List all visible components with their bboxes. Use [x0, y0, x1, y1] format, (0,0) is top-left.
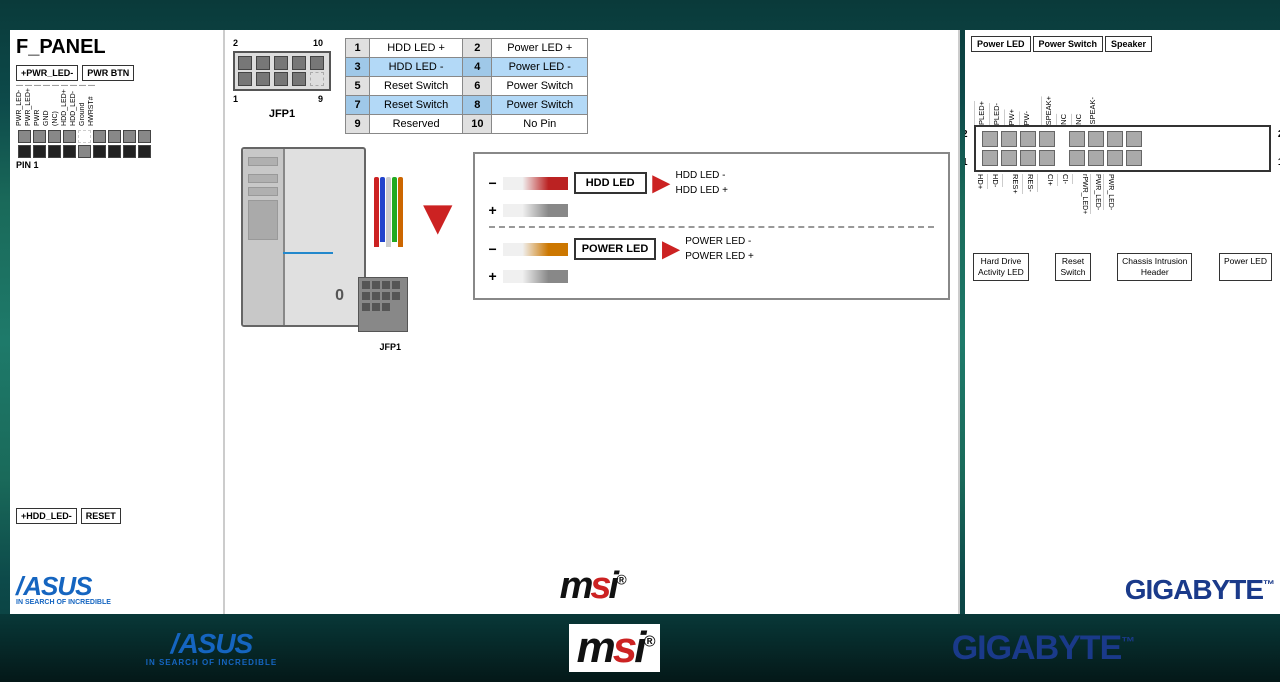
- asus-logo: /ASUS: [16, 573, 111, 599]
- jfp1-col9: 9: [318, 94, 323, 104]
- power-led-row-plus: +: [489, 268, 935, 284]
- pin-label-gnd: GND: [43, 85, 50, 126]
- gb-hd-minus: HD-: [989, 174, 1003, 187]
- table-row-3: 5 Reset Switch 6 Power Switch: [346, 77, 588, 96]
- pwr-led-connector: +PWR_LED-: [16, 65, 78, 81]
- asus-top-connectors: +PWR_LED- PWR BTN: [16, 65, 217, 81]
- bottom-bar: /ASUS IN SEARCH OF INCREDIBLE msi® GIGAB…: [0, 614, 1280, 682]
- gb-res-plus: RES+: [1009, 174, 1023, 194]
- gb-power-led-header: Power LED: [971, 36, 1031, 52]
- gb-ci-plus: CI+: [1044, 174, 1058, 186]
- power-led-label: POWER LED: [574, 238, 657, 260]
- asus-tagline: IN SEARCH OF INCREDIBLE: [16, 599, 111, 606]
- arrow-right-pwr: ▶: [662, 236, 679, 262]
- jfp1-connector: 2 10 1 9 JFP1: [233, 38, 331, 120]
- gigabyte-logo: GIGABYTE™: [1125, 574, 1274, 606]
- arrow-right-hdd: ▶: [653, 170, 670, 196]
- gb-pled-plus: PLED+: [974, 101, 988, 125]
- gb-rpwr-led-plus: rPWR_LED+: [1079, 174, 1091, 214]
- jfp1-col1: 1: [233, 94, 238, 104]
- gigabyte-logo-area: GIGABYTE™: [1125, 574, 1274, 606]
- pin-label-nc: (NC): [52, 85, 59, 126]
- fpanel-title: F_PANEL: [16, 36, 217, 59]
- plus-sign-pwr: +: [489, 268, 497, 284]
- pc-case-illustration: 0: [233, 142, 403, 352]
- gb-power-led-label: Power LED: [1219, 253, 1272, 281]
- plus-sign-hdd: +: [489, 202, 497, 218]
- msi-logo-area: msi®: [560, 565, 624, 608]
- hdd-led-connector: +HDD_LED-: [16, 508, 77, 524]
- gb-ci-minus: CI-: [1059, 174, 1073, 184]
- hdd-led-label: HDD LED: [574, 172, 647, 194]
- gb-res-minus: RES-: [1024, 174, 1038, 192]
- gb-chassis-intrusion-label: Chassis IntrusionHeader: [1117, 253, 1192, 281]
- hdd-led-row-minus: − HDD LED ▶ HDD LED - HDD LED +: [489, 168, 935, 198]
- power-led-outputs: POWER LED - POWER LED +: [685, 234, 754, 264]
- msi-bottom-logo: msi®: [569, 624, 661, 672]
- gb-pwr-led-minus2: PWR_LED-: [1105, 174, 1116, 210]
- led-connector-diagram: − HDD LED ▶ HDD LED - HDD LED + + − POW: [473, 152, 951, 300]
- gb-hd-plus: HD+: [974, 174, 988, 189]
- fpanel-pins-grid: [16, 130, 217, 158]
- table-row-4: 7 Reset Switch 8 Power Switch: [346, 96, 588, 115]
- gb-vertical-labels-bottom: HD+ HD- RES+ RES- CI+ CI- rPWR_LED+ PWR_…: [971, 174, 1274, 249]
- asus-bottom-connectors: +HDD_LED- RESET: [16, 508, 121, 524]
- down-arrow: ▼: [413, 192, 463, 242]
- gb-vertical-labels-top: PLED+ PLED- PW+ PW- SPEAK+ NC NC SPEAK-: [971, 55, 1274, 125]
- hdd-led-row-plus: +: [489, 202, 935, 218]
- pin-label-pwr: PWR: [34, 85, 41, 126]
- gb-header-labels: Power LED Power Switch Speaker: [971, 36, 1274, 52]
- gb-pled-minus: PLED-: [989, 103, 1003, 125]
- gb-pin-row-top: [982, 131, 1263, 147]
- pin-label-hdd-led-minus: HDD_LED-: [70, 85, 77, 126]
- jfp1-area: 2 10 1 9 JFP1: [233, 38, 950, 134]
- gb-power-switch-header: Power Switch: [1033, 36, 1104, 52]
- power-led-row-minus: − POWER LED ▶ POWER LED - POWER LED +: [489, 234, 935, 264]
- pwr-btn-connector: PWR BTN: [82, 65, 134, 81]
- asus-bottom-logo: /ASUS IN SEARCH OF INCREDIBLE: [146, 630, 277, 667]
- table-row-2: 3 HDD LED - 4 Power LED -: [346, 58, 588, 77]
- pin-label-pwr-led-minus: PWR_LED-: [16, 85, 23, 126]
- gigabyte-section: Power LED Power Switch Speaker PLED+ PLE…: [965, 30, 1280, 614]
- hdd-led-outputs: HDD LED - HDD LED +: [676, 168, 729, 198]
- pin-label-hwrst: HWRST#: [88, 85, 95, 126]
- jfp1-pin-grid: [233, 51, 331, 91]
- gb-connector-box: 20 19 2 1: [974, 125, 1271, 172]
- jfp1-table: 1 HDD LED + 2 Power LED + 3 HDD LED - 4 …: [345, 38, 588, 134]
- gb-nc2: NC: [1071, 114, 1085, 125]
- gb-bottom-section-labels: Hard DriveActivity LED ResetSwitch Chass…: [971, 253, 1274, 281]
- gb-speak-plus: SPEAK+: [1041, 96, 1055, 125]
- pin-label-pwr-led-plus: PWR_LED+: [25, 85, 32, 126]
- pin1-label: PIN 1: [16, 160, 217, 170]
- gb-speaker-header: Speaker: [1105, 36, 1152, 52]
- table-row-5: 9 Reserved 10 No Pin: [346, 115, 588, 134]
- gb-speak-minus: SPEAK-: [1086, 97, 1099, 125]
- gb-pin-row-bottom: [982, 150, 1263, 166]
- gb-reset-switch-label: ResetSwitch: [1055, 253, 1090, 281]
- msi-logo: msi®: [560, 565, 624, 608]
- jfp1-table-container: 1 HDD LED + 2 Power LED + 3 HDD LED - 4 …: [345, 38, 588, 134]
- jfp1-name: JFP1: [233, 108, 331, 120]
- jfp1-col2: 2: [233, 38, 238, 48]
- minus-sign-pwr: −: [489, 241, 497, 257]
- asus-section: F_PANEL +PWR_LED- PWR BTN PWR_LED- PWR_L…: [10, 30, 225, 614]
- gb-pwr-led-minus1: PWR_LED-: [1092, 174, 1104, 210]
- gb-hdd-activity-label: Hard DriveActivity LED: [973, 253, 1029, 281]
- reset-connector: RESET: [81, 508, 121, 524]
- pin-label-hdd-led-plus: HDD_LED+: [61, 85, 68, 126]
- pin-label-ground: Ground: [79, 85, 86, 126]
- msi-section: 2 10 1 9 JFP1: [225, 30, 960, 614]
- fpanel-pin-area: PWR_LED- PWR_LED+ PWR GND (NC) HDD_LED+ …: [16, 85, 217, 126]
- asus-logo-area: /ASUS IN SEARCH OF INCREDIBLE: [16, 573, 111, 606]
- gigabyte-bottom-logo: GIGABYTE™: [952, 629, 1135, 668]
- gb-nc1: NC: [1056, 114, 1070, 125]
- gb-pw-plus: PW+: [1004, 109, 1018, 125]
- gb-pw-minus: PW-: [1019, 111, 1033, 125]
- msi-bottom-diagram: 0: [233, 142, 950, 352]
- table-row-1: 1 HDD LED + 2 Power LED +: [346, 39, 588, 58]
- jfp1-bottom-label: JFP1: [379, 342, 401, 352]
- jfp1-col10: 10: [313, 38, 323, 48]
- minus-sign-hdd: −: [489, 175, 497, 191]
- led-divider: [489, 226, 935, 228]
